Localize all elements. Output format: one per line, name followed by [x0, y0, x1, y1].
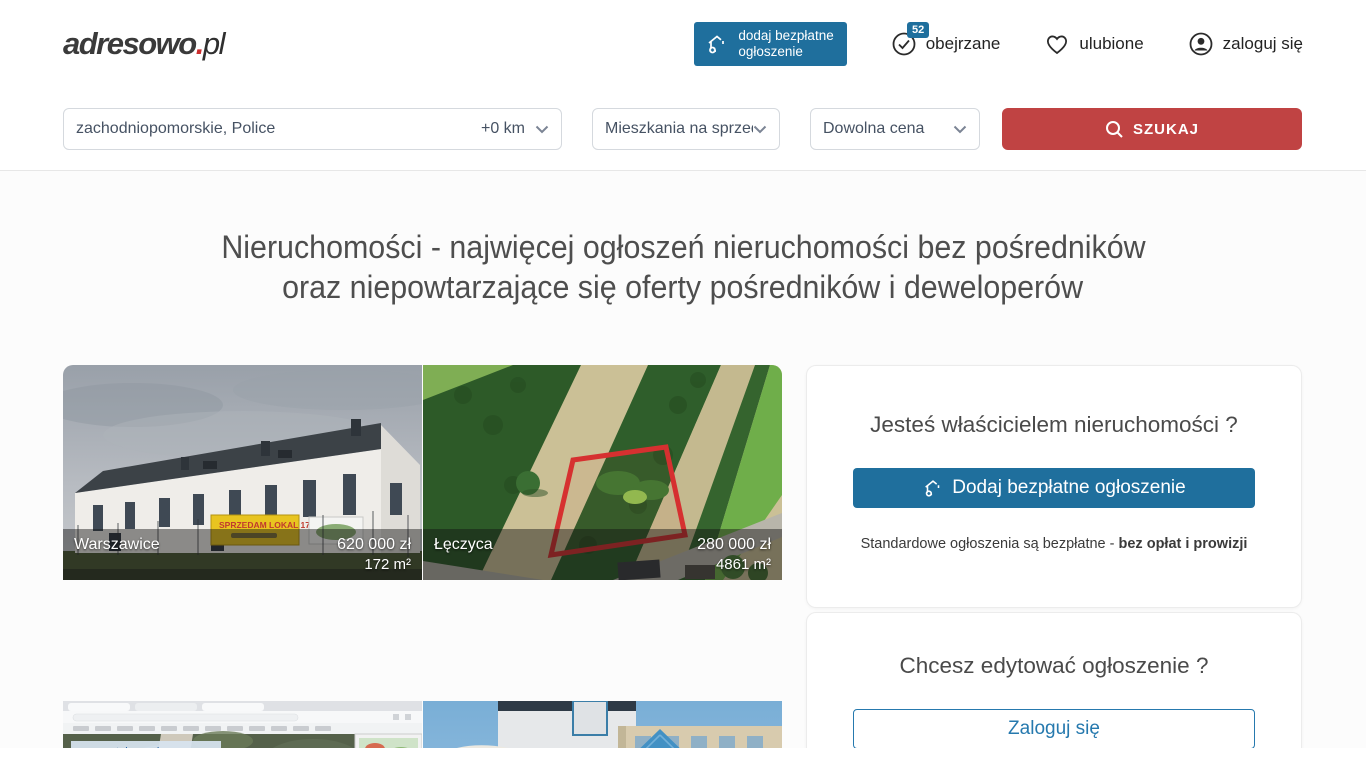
login-label: zaloguj się — [1223, 34, 1303, 54]
login-link[interactable]: zaloguj się — [1188, 31, 1303, 57]
add-listing-label: dodaj bezpłatne ogłoszenie — [738, 28, 833, 60]
listing-price: 620 000 zł — [337, 536, 411, 554]
radius-value: +0 km — [481, 120, 525, 138]
category-value: Mieszkania na sprzedaż — [605, 120, 753, 138]
viewed-label: obejrzane — [926, 34, 1001, 54]
listing-photo-map-screenshot: geoportal.gov.pl — [63, 701, 422, 748]
radius-dropdown[interactable]: +0 km — [473, 120, 549, 138]
listing-photo-smazalnia: SMAŻALNIA — [423, 701, 782, 748]
sidebar-add-listing-button[interactable]: Dodaj bezpłatne ogłoszenie — [853, 468, 1255, 508]
listing-name: Warszawice — [74, 536, 160, 554]
chevron-down-icon — [753, 125, 767, 134]
sidebar: Jesteś właścicielem nieruchomości ? Doda… — [806, 365, 1302, 748]
owner-note: Standardowe ogłoszenia są bezpłatne - be… — [853, 536, 1255, 552]
chevron-down-icon — [535, 125, 549, 134]
favorites-label: ulubione — [1079, 34, 1143, 54]
price-value: Dowolna cena — [823, 120, 953, 138]
search-button[interactable]: SZUKAJ — [1002, 108, 1302, 150]
search-button-label: SZUKAJ — [1133, 121, 1199, 138]
sidebar-add-listing-label: Dodaj bezpłatne ogłoszenie — [952, 477, 1185, 499]
listing-area: 4861 m² — [697, 556, 771, 573]
listing-area: 172 m² — [337, 556, 411, 573]
logo-brand: adresowo — [63, 26, 196, 61]
house-plus-icon — [705, 32, 729, 56]
owner-card: Jesteś właścicielem nieruchomości ? Doda… — [806, 365, 1302, 608]
listing-card[interactable]: geoportal.gov.pl — [63, 701, 422, 748]
logo-tld: pl — [203, 26, 224, 61]
magnifier-icon — [1105, 120, 1124, 139]
listing-price: 280 000 zł — [697, 536, 771, 554]
chevron-down-icon — [953, 125, 967, 134]
listing-caption: Warszawice 620 000 zł 172 m² — [63, 529, 422, 580]
person-circle-icon — [1188, 31, 1214, 57]
add-listing-button[interactable]: dodaj bezpłatne ogłoszenie — [694, 22, 846, 66]
listing-name: Łęczyca — [434, 536, 493, 554]
location-value: zachodniopomorskie, Police — [76, 120, 473, 138]
sidebar-login-button[interactable]: Zaloguj się — [853, 709, 1255, 749]
edit-heading: Chcesz edytować ogłoszenie ? — [853, 653, 1255, 679]
header-actions: dodaj bezpłatne ogłoszenie 52 obejrzane — [694, 22, 1303, 66]
listing-card[interactable]: Łęczyca 280 000 zł 4861 m² — [423, 365, 782, 580]
listing-card[interactable]: SMAŻALNIA Kraków Krowodrza, ul. — [423, 701, 782, 748]
page-title: Nieruchomości - najwięcej ogłoszeń nieru… — [0, 227, 1366, 307]
site-header: adresowo.pl dodaj bezpłatne ogłoszenie — [0, 0, 1366, 88]
category-select[interactable]: Mieszkania na sprzedaż — [592, 108, 780, 150]
heart-icon — [1044, 32, 1070, 56]
house-plus-icon — [922, 477, 944, 499]
page-content: Nieruchomości - najwięcej ogłoszeń nieru… — [0, 170, 1366, 748]
viewed-count-badge: 52 — [907, 22, 928, 38]
search-bar: zachodniopomorskie, Police +0 km Mieszka… — [0, 108, 1366, 150]
owner-heading: Jesteś właścicielem nieruchomości ? — [853, 412, 1255, 438]
edit-card: Chcesz edytować ogłoszenie ? Zaloguj się… — [806, 612, 1302, 749]
favorites-link[interactable]: ulubione — [1044, 32, 1143, 56]
listing-card[interactable]: SPRZEDAM LOKAL 172 m2 Warszawice 620 000… — [63, 365, 422, 580]
svg-text:geoportal.gov.pl: geoportal.gov.pl — [81, 746, 159, 748]
price-select[interactable]: Dowolna cena — [810, 108, 980, 150]
logo[interactable]: adresowo.pl — [63, 26, 224, 62]
location-input[interactable]: zachodniopomorskie, Police +0 km — [63, 108, 562, 150]
viewed-link[interactable]: 52 obejrzane — [891, 31, 1001, 57]
listings-grid: SPRZEDAM LOKAL 172 m2 Warszawice 620 000… — [63, 365, 782, 748]
logo-dot: . — [196, 26, 203, 61]
listing-caption: Łęczyca 280 000 zł 4861 m² — [423, 529, 782, 580]
